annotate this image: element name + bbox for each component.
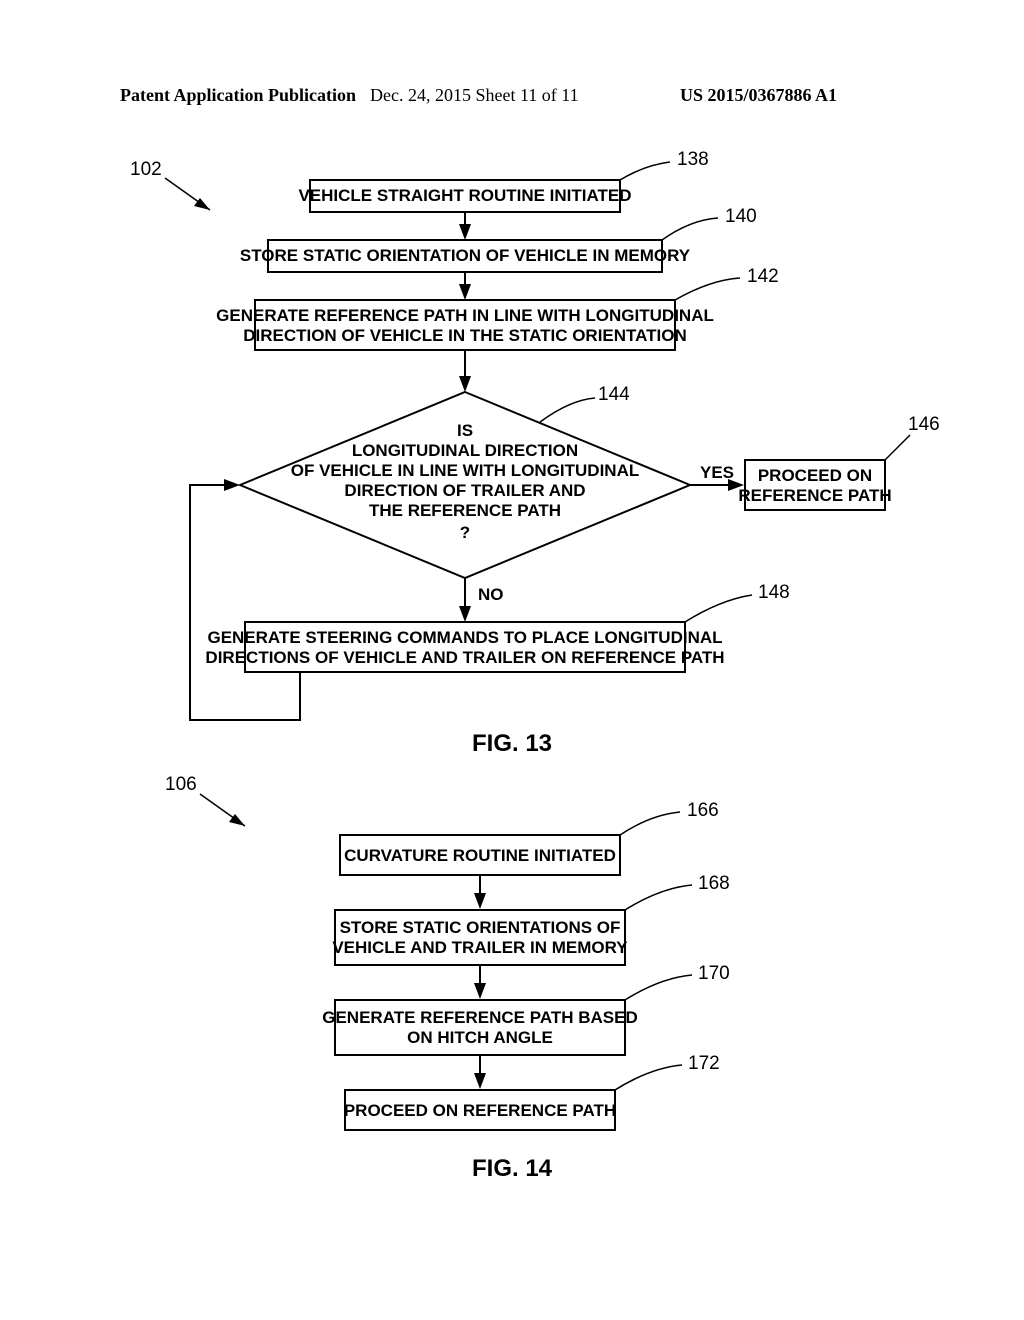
ref-102: 102 — [130, 159, 162, 180]
ref-142: 142 — [747, 266, 779, 287]
ref-144: 144 — [598, 384, 630, 405]
box-168-text1: STORE STATIC ORIENTATIONS OF — [340, 918, 621, 937]
box-142-text2: DIRECTION OF VEHICLE IN THE STATIC ORIEN… — [243, 326, 687, 345]
ref-172: 172 — [688, 1053, 720, 1074]
box-146-text1: PROCEED ON — [758, 466, 872, 485]
fig14-svg: 106 CURVATURE ROUTINE INITIATED 166 STOR… — [0, 770, 1024, 1210]
box-146-text2: REFERENCE PATH — [738, 486, 891, 505]
fig14-label: FIG. 14 — [0, 1155, 1024, 1183]
yes-label: YES — [700, 463, 734, 482]
ref-146: 146 — [908, 414, 940, 435]
dec-l5: THE REFERENCE PATH — [369, 501, 561, 520]
fig13-svg: VEHICLE STRAIGHT ROUTINE INITIATED 138 1… — [0, 140, 1024, 790]
header-mid: Dec. 24, 2015 Sheet 11 of 11 — [370, 85, 579, 106]
page: Patent Application Publication Dec. 24, … — [0, 0, 1024, 1320]
ref-138: 138 — [677, 149, 709, 170]
dec-l2: LONGITUDINAL DIRECTION — [352, 441, 578, 460]
header-right: US 2015/0367886 A1 — [680, 85, 837, 106]
ref-106: 106 — [165, 774, 197, 795]
dec-l3: OF VEHICLE IN LINE WITH LONGITUDINAL — [291, 461, 639, 480]
box-140-text: STORE STATIC ORIENTATION OF VEHICLE IN M… — [240, 246, 691, 265]
dec-l1: IS — [457, 421, 473, 440]
ref-140: 140 — [725, 206, 757, 227]
box-170-text1: GENERATE REFERENCE PATH BASED — [322, 1008, 637, 1027]
ref-166: 166 — [687, 800, 719, 821]
box-148-text1: GENERATE STEERING COMMANDS TO PLACE LONG… — [207, 628, 722, 647]
ref-170: 170 — [698, 963, 730, 984]
no-label: NO — [478, 585, 504, 604]
fig13-label: FIG. 13 — [0, 730, 1024, 758]
box-170-text2: ON HITCH ANGLE — [407, 1028, 553, 1047]
dec-l6: ? — [460, 523, 470, 542]
ref-148: 148 — [758, 582, 790, 603]
dec-l4: DIRECTION OF TRAILER AND — [344, 481, 585, 500]
box-142-text1: GENERATE REFERENCE PATH IN LINE WITH LON… — [216, 306, 714, 325]
box-166-text: CURVATURE ROUTINE INITIATED — [344, 846, 616, 865]
ref-168: 168 — [698, 873, 730, 894]
box-172-text: PROCEED ON REFERENCE PATH — [344, 1101, 616, 1120]
box-138-text: VEHICLE STRAIGHT ROUTINE INITIATED — [298, 186, 631, 205]
box-168-text2: VEHICLE AND TRAILER IN MEMORY — [332, 938, 628, 957]
header-left: Patent Application Publication — [120, 85, 356, 106]
box-148-text2: DIRECTIONS OF VEHICLE AND TRAILER ON REF… — [205, 648, 724, 667]
